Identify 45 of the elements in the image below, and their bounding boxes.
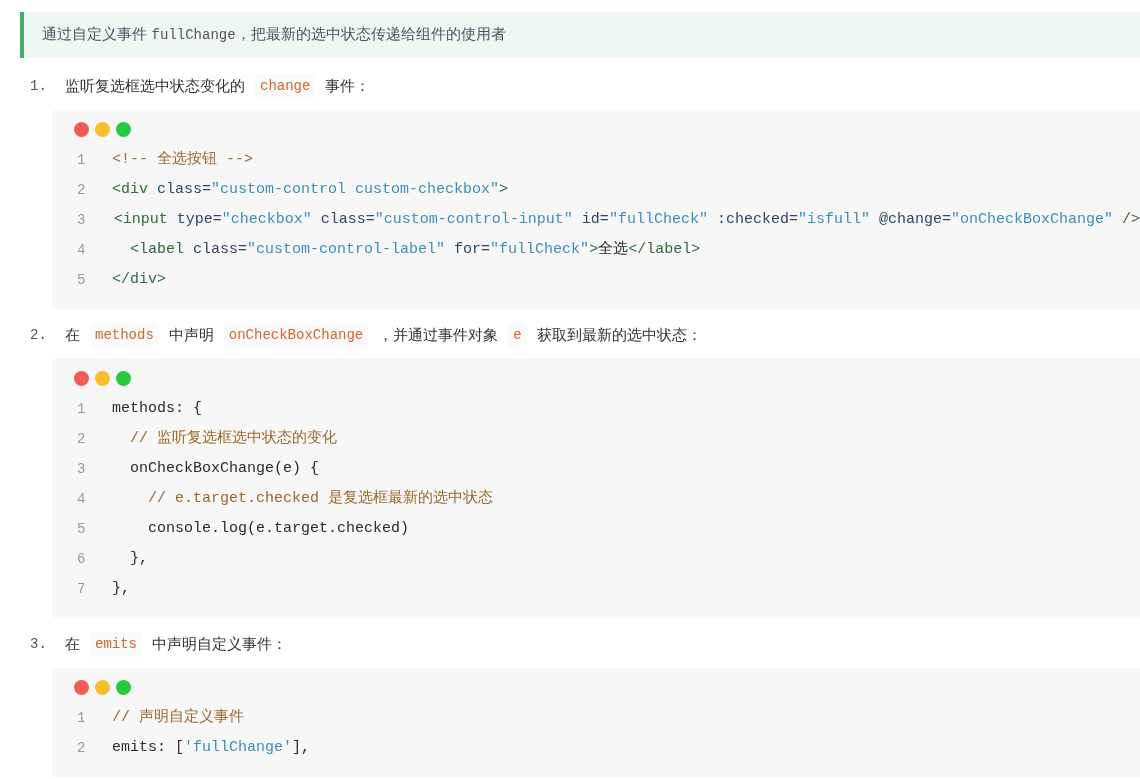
- inline-code: onCheckBoxChange: [223, 322, 369, 348]
- line-number: 1: [76, 708, 87, 728]
- step-text: 中声明自定义事件：: [152, 633, 287, 655]
- step-number: 3.: [30, 634, 48, 654]
- code-line: <!-- 全选按钮 -->: [112, 149, 253, 170]
- line-number: 5: [76, 519, 87, 539]
- step-number: 2.: [30, 325, 48, 345]
- code-line: // 声明自定义事件: [112, 707, 244, 728]
- line-number: 5: [76, 270, 87, 290]
- step-text: 在: [65, 633, 80, 655]
- line-number: 1: [76, 150, 87, 170]
- callout-text: 通过自定义事件 fullChange，把最新的选中状态传递给组件的使用者: [42, 25, 506, 45]
- line-number: 2: [76, 429, 87, 449]
- line-number: 2: [76, 738, 87, 758]
- code-line: console.log(e.target.checked): [147, 518, 410, 539]
- code-line: // e.target.checked 是复选框最新的选中状态: [147, 488, 494, 509]
- step-number: 1.: [30, 76, 48, 96]
- step-text: 中声明: [168, 324, 214, 346]
- code-line: </div>: [112, 269, 166, 290]
- code-line: // 监听复选框选中状态的变化: [129, 428, 337, 449]
- inline-code: methods: [90, 322, 159, 348]
- code-line: },: [112, 578, 130, 599]
- inline-code: e: [508, 322, 527, 348]
- inline-code: emits: [90, 631, 142, 657]
- line-number: 6: [76, 549, 87, 569]
- step-text: ，并通过事件对象: [378, 324, 499, 346]
- line-number: 4: [76, 489, 87, 509]
- code-line: <div class="custom-control custom-checkbox">: [112, 179, 509, 200]
- line-number: 3: [76, 459, 87, 479]
- code-line: <label class="custom-control-label" for="fullCheck">全选</label>: [129, 239, 701, 260]
- line-number: 7: [76, 579, 87, 599]
- step-text: 监听复选框选中状态变化的: [65, 75, 245, 97]
- step-text: 获取到最新的选中状态：: [536, 324, 702, 346]
- step-text: 事件：: [325, 75, 371, 97]
- code-line: <input type="checkbox" class="custom-control-input" id="fullCheck" :checked="isfull" @change="onCheckBoxChange" />: [112, 209, 1140, 230]
- step-text: 在: [65, 324, 80, 346]
- line-number: 2: [76, 180, 87, 200]
- line-number: 4: [76, 240, 87, 260]
- line-number: 1: [76, 399, 87, 419]
- code-line: emits: ['fullChange'],: [112, 737, 311, 758]
- code-line: onCheckBoxChange(e) {: [129, 458, 320, 479]
- code-line: },: [129, 548, 148, 569]
- code-line: methods: {: [112, 398, 202, 419]
- line-number: 3: [76, 210, 87, 230]
- inline-code: change: [255, 73, 316, 99]
